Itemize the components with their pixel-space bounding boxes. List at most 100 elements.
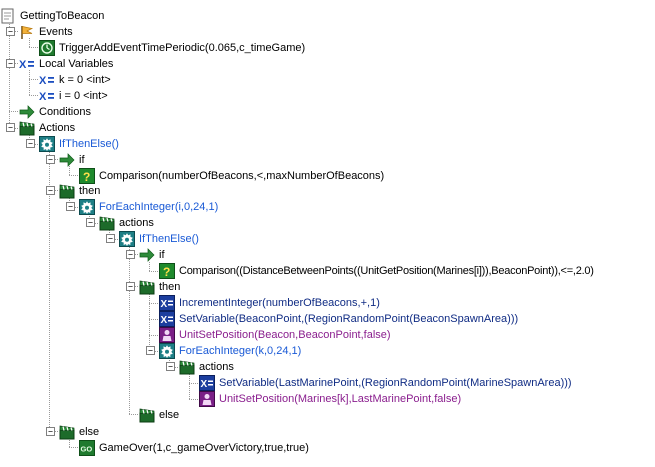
tree-node-label: actions bbox=[199, 361, 234, 373]
tree-node-label: IfThenElse() bbox=[139, 233, 199, 245]
tree-node-outer-comparison[interactable]: ? Comparison(numberOfBeacons,<,maxNumber… bbox=[66, 168, 426, 184]
tree-node-label: GettingToBeacon bbox=[20, 10, 105, 22]
tree-node-label: IncrementInteger(numberOfBeacons,+,1) bbox=[179, 297, 380, 309]
svg-text:X: X bbox=[19, 59, 27, 71]
question-icon: ? bbox=[79, 168, 95, 184]
clapperboard-icon bbox=[139, 279, 155, 295]
tree-node-var-i[interactable]: X i = 0 <int> bbox=[26, 88, 226, 104]
clapperboard-icon bbox=[59, 183, 75, 199]
collapse-toggle[interactable]: − bbox=[6, 27, 15, 36]
collapse-toggle[interactable]: − bbox=[66, 202, 75, 211]
svg-text:X: X bbox=[161, 299, 168, 310]
collapse-toggle[interactable]: − bbox=[46, 186, 55, 195]
arrow-icon bbox=[59, 152, 75, 168]
arrow-icon bbox=[19, 104, 35, 120]
flag-icon bbox=[19, 24, 35, 40]
clapperboard-icon bbox=[99, 215, 115, 231]
tree-node-label: ForEachInteger(k,0,24,1) bbox=[179, 345, 302, 357]
collapse-toggle[interactable]: − bbox=[46, 155, 55, 164]
collapse-toggle[interactable]: − bbox=[166, 362, 175, 371]
variable-icon: X bbox=[19, 56, 35, 72]
tree-node-ifthenelse-inner[interactable]: − IfThenElse() bbox=[106, 231, 306, 247]
tree-node-label: then bbox=[159, 281, 181, 293]
tree-node-else-outer[interactable]: − else bbox=[46, 424, 246, 440]
tree-node-setvar-beacon[interactable]: X SetVariable(BeaconPoint,(RegionRandomP… bbox=[146, 311, 546, 327]
set-variable-icon: X bbox=[159, 295, 175, 311]
svg-text:?: ? bbox=[83, 170, 90, 184]
tree-node-if-inner[interactable]: − if bbox=[126, 247, 326, 263]
collapse-toggle[interactable]: − bbox=[106, 234, 115, 243]
tree-node-label: ForEachInteger(i,0,24,1) bbox=[99, 201, 219, 213]
timer-icon bbox=[39, 40, 55, 56]
svg-text:X: X bbox=[161, 315, 168, 326]
collapse-toggle[interactable]: − bbox=[146, 346, 155, 355]
question-icon: ? bbox=[159, 263, 175, 279]
trigger-tree-view[interactable]: GettingToBeacon − Events TriggerAddEvent… bbox=[0, 0, 655, 467]
tree-node-local-variables[interactable]: − X Local Variables bbox=[6, 56, 206, 72]
tree-node-label: Local Variables bbox=[39, 58, 114, 70]
tree-node-label: SetVariable(LastMarinePoint,(RegionRando… bbox=[219, 377, 572, 389]
tree-node-actions-k[interactable]: − actions bbox=[166, 359, 366, 375]
clapperboard-icon bbox=[59, 424, 75, 440]
tree-node-if-outer[interactable]: − if bbox=[46, 152, 246, 168]
tree-node-label: Conditions bbox=[39, 106, 91, 118]
gear-icon bbox=[119, 231, 135, 247]
tree-node-ifthenelse-outer[interactable]: − IfThenElse() bbox=[26, 136, 226, 152]
gear-icon bbox=[39, 136, 55, 152]
set-variable-icon: X bbox=[199, 375, 215, 391]
collapse-toggle[interactable]: − bbox=[86, 218, 95, 227]
set-variable-icon: X bbox=[159, 311, 175, 327]
tree-node-label: IfThenElse() bbox=[59, 138, 119, 150]
tree-node-setvar-lastmarine[interactable]: X SetVariable(LastMarinePoint,(RegionRan… bbox=[186, 375, 606, 391]
tree-node-label: Actions bbox=[39, 122, 76, 134]
tree-node-unitsetpos-marines[interactable]: UnitSetPosition(Marines[k],LastMarinePoi… bbox=[186, 391, 546, 407]
svg-text:GO: GO bbox=[81, 445, 93, 454]
tree-node-label: actions bbox=[119, 217, 154, 229]
svg-text:X: X bbox=[39, 75, 47, 87]
tree-node-increment[interactable]: X IncrementInteger(numberOfBeacons,+,1) bbox=[146, 295, 506, 311]
unit-icon bbox=[159, 327, 175, 343]
collapse-toggle[interactable]: − bbox=[126, 250, 135, 259]
collapse-toggle[interactable]: − bbox=[26, 139, 35, 148]
tree-node-then-outer[interactable]: − then bbox=[46, 183, 246, 199]
tree-node-event-call[interactable]: TriggerAddEventTimePeriodic(0.065,c_time… bbox=[26, 40, 386, 56]
collapse-toggle[interactable]: − bbox=[6, 123, 15, 132]
tree-node-actions[interactable]: − Actions bbox=[6, 120, 206, 136]
collapse-toggle[interactable]: − bbox=[126, 282, 135, 291]
tree-node-inner-comparison[interactable]: ? Comparison((DistanceBetweenPoints((Uni… bbox=[146, 263, 651, 279]
tree-node-label: GameOver(1,c_gameOverVictory,true,true) bbox=[99, 442, 309, 454]
tree-node-label: if bbox=[79, 154, 85, 166]
game-over-icon: GO bbox=[79, 440, 95, 456]
collapse-toggle[interactable]: − bbox=[6, 59, 15, 68]
tree-node-actions-i[interactable]: − actions bbox=[86, 215, 286, 231]
tree-node-label: SetVariable(BeaconPoint,(RegionRandomPoi… bbox=[179, 313, 519, 325]
tree-node-foreach-k[interactable]: − ForEachInteger(k,0,24,1) bbox=[146, 343, 346, 359]
tree-node-then-inner[interactable]: − then bbox=[126, 279, 326, 295]
collapse-toggle[interactable]: − bbox=[46, 427, 55, 436]
tree-node-label: Events bbox=[39, 26, 73, 38]
tree-node-var-k[interactable]: X k = 0 <int> bbox=[26, 72, 226, 88]
tree-node-gameover[interactable]: GO GameOver(1,c_gameOverVictory,true,tru… bbox=[66, 440, 426, 456]
variable-icon: X bbox=[39, 72, 55, 88]
tree-node-label: TriggerAddEventTimePeriodic(0.065,c_time… bbox=[59, 42, 306, 54]
tree-node-foreach-i[interactable]: − ForEachInteger(i,0,24,1) bbox=[66, 199, 266, 215]
tree-node-label: if bbox=[159, 249, 165, 261]
gear-icon bbox=[159, 343, 175, 359]
tree-node-root[interactable]: GettingToBeacon bbox=[0, 8, 187, 24]
clapperboard-icon bbox=[19, 120, 35, 136]
tree-node-label: UnitSetPosition(Marines[k],LastMarinePoi… bbox=[219, 393, 462, 405]
tree-node-unitsetpos-beacon[interactable]: UnitSetPosition(Beacon,BeaconPoint,false… bbox=[146, 327, 506, 343]
svg-text:X: X bbox=[201, 379, 208, 390]
tree-node-label: Comparison((DistanceBetweenPoints((UnitG… bbox=[179, 265, 594, 277]
tree-node-conditions[interactable]: Conditions bbox=[6, 104, 206, 120]
arrow-icon bbox=[139, 247, 155, 263]
clapperboard-icon bbox=[179, 359, 195, 375]
tree-node-events[interactable]: − Events bbox=[6, 24, 206, 40]
clapperboard-icon bbox=[139, 407, 155, 423]
unit-icon bbox=[199, 391, 215, 407]
svg-text:?: ? bbox=[163, 265, 170, 279]
tree-node-label: UnitSetPosition(Beacon,BeaconPoint,false… bbox=[179, 329, 391, 341]
tree-node-else-inner[interactable]: else bbox=[126, 407, 326, 423]
tree-node-label: k = 0 <int> bbox=[59, 74, 111, 86]
tree-node-label: else bbox=[79, 426, 100, 438]
